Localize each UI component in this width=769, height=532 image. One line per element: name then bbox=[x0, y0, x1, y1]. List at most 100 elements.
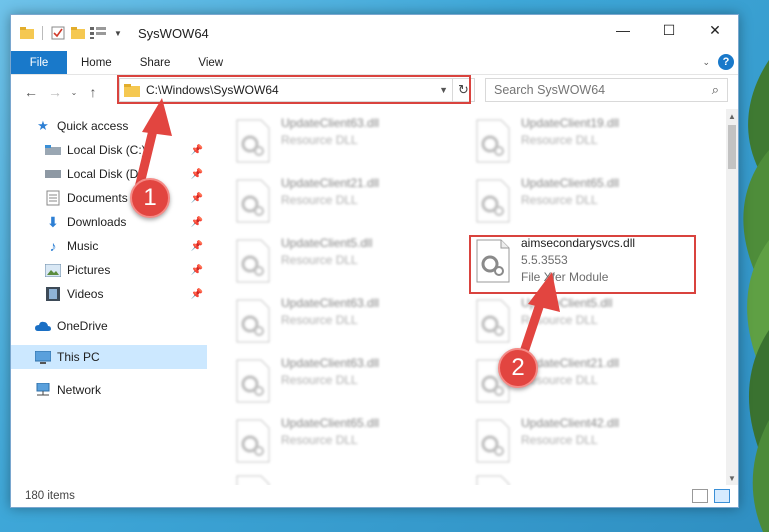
file-tile[interactable] bbox=[235, 471, 455, 485]
file-tile[interactable]: UpdateClient63.dll Resource DLL bbox=[235, 355, 455, 409]
recent-locations-icon[interactable]: ⌄ bbox=[67, 88, 81, 97]
sidebar-item-videos[interactable]: Videos 📌 bbox=[11, 283, 207, 305]
file-type: Resource DLL bbox=[521, 433, 598, 447]
file-tile[interactable]: UpdateClient65.dll Resource DLL bbox=[475, 175, 695, 229]
dll-file-icon bbox=[236, 475, 270, 485]
sidebar-item-label: Documents bbox=[67, 191, 128, 205]
file-tile[interactable]: UpdateClient63.dll Resource DLL bbox=[235, 115, 455, 169]
file-tile[interactable] bbox=[475, 471, 695, 485]
navigation-pane: ★ Quick access Local Disk (C:) 📌 Local D… bbox=[11, 109, 207, 485]
dll-file-icon bbox=[236, 119, 270, 163]
close-button[interactable]: ✕ bbox=[692, 15, 738, 45]
sidebar-item-onedrive[interactable]: OneDrive bbox=[11, 315, 207, 337]
tab-file[interactable]: File bbox=[11, 51, 67, 74]
vertical-scrollbar[interactable]: ▲ ▼ bbox=[726, 109, 738, 485]
pin-icon[interactable]: 📌 bbox=[191, 265, 203, 276]
file-tile[interactable]: UpdateClient21.dll Resource DLL bbox=[235, 175, 455, 229]
sidebar-item-downloads[interactable]: ⬇ Downloads 📌 bbox=[11, 211, 207, 233]
address-bar[interactable]: C:\Windows\SysWOW64 ▼ ↻ bbox=[119, 78, 475, 102]
file-name: UpdateClient63.dll bbox=[281, 296, 380, 310]
sidebar-item-local-disk-d[interactable]: Local Disk (D:) 📌 bbox=[11, 163, 207, 185]
sidebar-item-label: OneDrive bbox=[57, 319, 108, 333]
view-options-icon[interactable] bbox=[90, 25, 106, 41]
new-folder-icon[interactable] bbox=[70, 25, 86, 41]
minimize-button[interactable]: — bbox=[600, 15, 646, 45]
network-icon bbox=[35, 382, 51, 398]
file-name: UpdateClient63.dll bbox=[281, 356, 380, 370]
file-name: UpdateClient19.dll bbox=[521, 116, 620, 130]
file-tile[interactable]: UpdateClient42.dll Resource DLL bbox=[475, 415, 695, 469]
search-box[interactable]: ⌕ bbox=[485, 78, 728, 102]
dll-file-icon bbox=[476, 299, 510, 343]
maximize-button[interactable]: ☐ bbox=[646, 15, 692, 45]
step-1-badge: 1 bbox=[130, 178, 170, 218]
ribbon-tabs: File Home Share View ⌄ ? bbox=[11, 51, 738, 75]
file-type: Resource DLL bbox=[281, 313, 358, 327]
sidebar-item-label: This PC bbox=[57, 350, 100, 364]
file-tile[interactable]: UpdateClient5.dll Resource DLL bbox=[475, 295, 695, 349]
tab-share[interactable]: Share bbox=[126, 51, 185, 74]
large-icons-view-icon[interactable] bbox=[714, 489, 730, 503]
pin-icon[interactable]: 📌 bbox=[191, 145, 203, 156]
properties-icon[interactable] bbox=[50, 25, 66, 41]
sidebar-item-music[interactable]: ♪ Music 📌 bbox=[11, 235, 207, 257]
file-tile[interactable]: UpdateClient19.dll Resource DLL bbox=[475, 115, 695, 169]
file-name: UpdateClient63.dll bbox=[281, 116, 380, 130]
folder-icon[interactable] bbox=[19, 25, 35, 41]
file-name: UpdateClient65.dll bbox=[521, 176, 620, 190]
file-tile[interactable]: UpdateClient5.dll Resource DLL bbox=[235, 235, 455, 289]
up-arrow-icon[interactable]: ↑ bbox=[81, 84, 105, 100]
sidebar-item-label: Videos bbox=[67, 287, 104, 301]
pin-icon[interactable]: 📌 bbox=[191, 193, 203, 204]
refresh-icon[interactable]: ↻ bbox=[452, 79, 474, 101]
tab-view[interactable]: View bbox=[184, 51, 237, 74]
address-path: C:\Windows\SysWOW64 bbox=[146, 83, 279, 97]
customize-toolbar-icon[interactable]: ▼ bbox=[110, 25, 126, 41]
sidebar-item-label: Local Disk (C:) bbox=[67, 143, 146, 157]
file-tile[interactable]: UpdateClient63.dll Resource DLL bbox=[235, 295, 455, 349]
pin-icon[interactable]: 📌 bbox=[191, 217, 203, 228]
sidebar-item-pictures[interactable]: Pictures 📌 bbox=[11, 259, 207, 281]
toolbar-divider bbox=[42, 26, 43, 40]
quick-access-toolbar: ▼ bbox=[11, 25, 126, 41]
file-name: UpdateClient21.dll bbox=[281, 176, 380, 190]
download-icon: ⬇ bbox=[47, 213, 59, 230]
main-area: ★ Quick access Local Disk (C:) 📌 Local D… bbox=[11, 109, 738, 485]
sidebar-item-local-disk-c[interactable]: Local Disk (C:) 📌 bbox=[11, 139, 207, 161]
sidebar-item-label: Pictures bbox=[67, 263, 111, 277]
forward-arrow-icon[interactable]: → bbox=[43, 84, 67, 100]
file-tile[interactable]: UpdateClient65.dll Resource DLL bbox=[235, 415, 455, 469]
sidebar-item-documents[interactable]: Documents 📌 bbox=[11, 187, 207, 209]
scrollbar-thumb[interactable] bbox=[728, 125, 736, 169]
file-name: aimsecondarysvcs.dll bbox=[521, 236, 636, 250]
window-title: SysWOW64 bbox=[138, 25, 209, 41]
search-input[interactable] bbox=[494, 83, 694, 97]
title-bar: ▼ SysWOW64 — ☐ ✕ bbox=[11, 15, 738, 51]
file-tile-aimsecondarysvcs[interactable]: aimsecondarysvcs.dll 5.5.3553 File Xfer Mo… bbox=[475, 235, 695, 289]
address-dropdown-icon[interactable]: ▼ bbox=[439, 85, 448, 95]
dll-file-icon bbox=[476, 419, 510, 463]
sidebar-item-network[interactable]: Network bbox=[11, 379, 207, 401]
back-arrow-icon[interactable]: ← bbox=[19, 84, 43, 100]
file-type: Resource DLL bbox=[521, 313, 598, 327]
pin-icon[interactable]: 📌 bbox=[191, 241, 203, 252]
sidebar-item-quick-access[interactable]: ★ Quick access bbox=[11, 115, 207, 137]
file-name: UpdateClient65.dll bbox=[281, 416, 380, 430]
sidebar-item-this-pc[interactable]: This PC bbox=[11, 345, 207, 369]
star-icon: ★ bbox=[37, 118, 49, 133]
file-name: UpdateClient5.dll bbox=[281, 236, 373, 250]
search-icon[interactable]: ⌕ bbox=[712, 82, 719, 98]
dll-file-icon bbox=[476, 475, 510, 485]
scroll-down-icon[interactable]: ▼ bbox=[726, 471, 738, 485]
tab-home[interactable]: Home bbox=[67, 51, 126, 74]
scroll-up-icon[interactable]: ▲ bbox=[726, 109, 738, 123]
details-view-icon[interactable] bbox=[692, 489, 708, 503]
dll-file-icon bbox=[476, 179, 510, 223]
pin-icon[interactable]: 📌 bbox=[191, 289, 203, 300]
drive-icon bbox=[45, 142, 61, 158]
pin-icon[interactable]: 📌 bbox=[191, 169, 203, 180]
folder-icon bbox=[124, 83, 140, 97]
expand-ribbon-icon[interactable]: ⌄ bbox=[702, 57, 710, 68]
help-icon[interactable]: ? bbox=[718, 54, 734, 70]
drive-icon bbox=[45, 166, 61, 182]
